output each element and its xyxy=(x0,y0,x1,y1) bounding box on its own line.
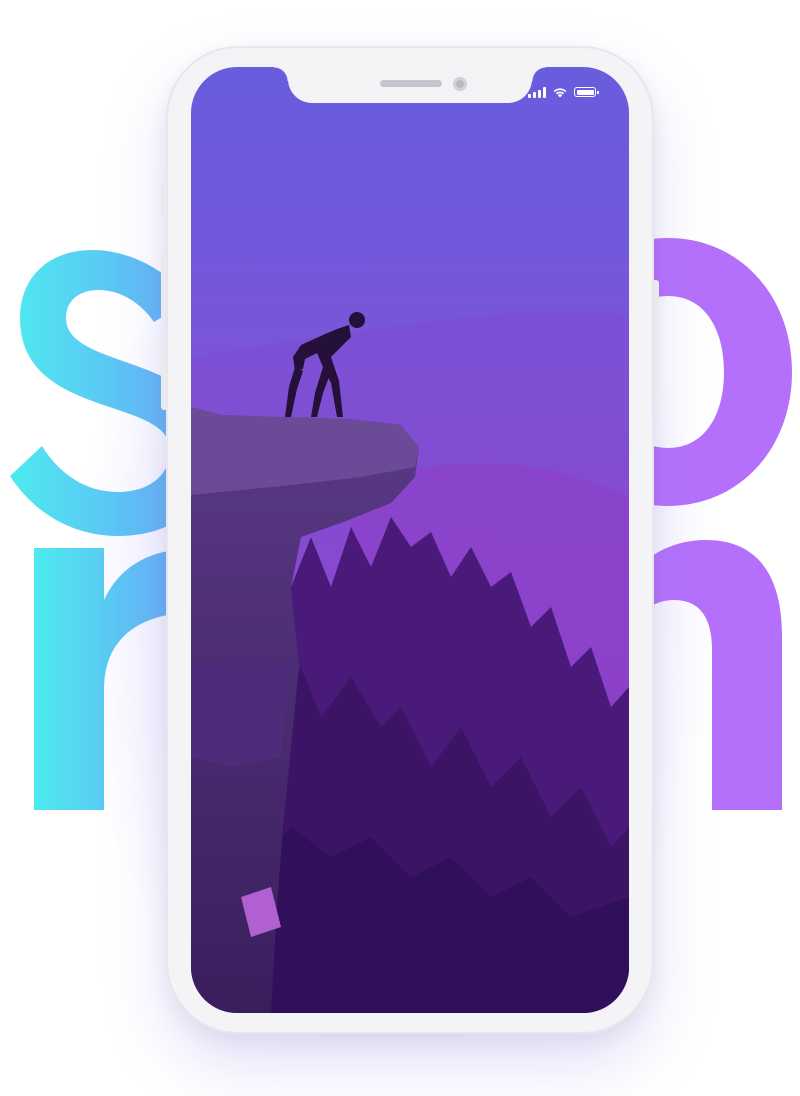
wifi-icon xyxy=(553,88,567,98)
volume-down-button xyxy=(161,340,166,410)
wallpaper-photo xyxy=(191,67,629,1013)
battery-icon xyxy=(574,87,599,97)
status-bar xyxy=(528,84,599,100)
earpiece-speaker xyxy=(380,80,442,87)
volume-up-button xyxy=(161,250,166,320)
front-camera xyxy=(453,77,467,91)
power-button xyxy=(654,280,659,390)
mute-switch xyxy=(161,182,166,218)
cellular-signal-icon xyxy=(528,86,546,98)
phone-screen xyxy=(191,67,629,1013)
